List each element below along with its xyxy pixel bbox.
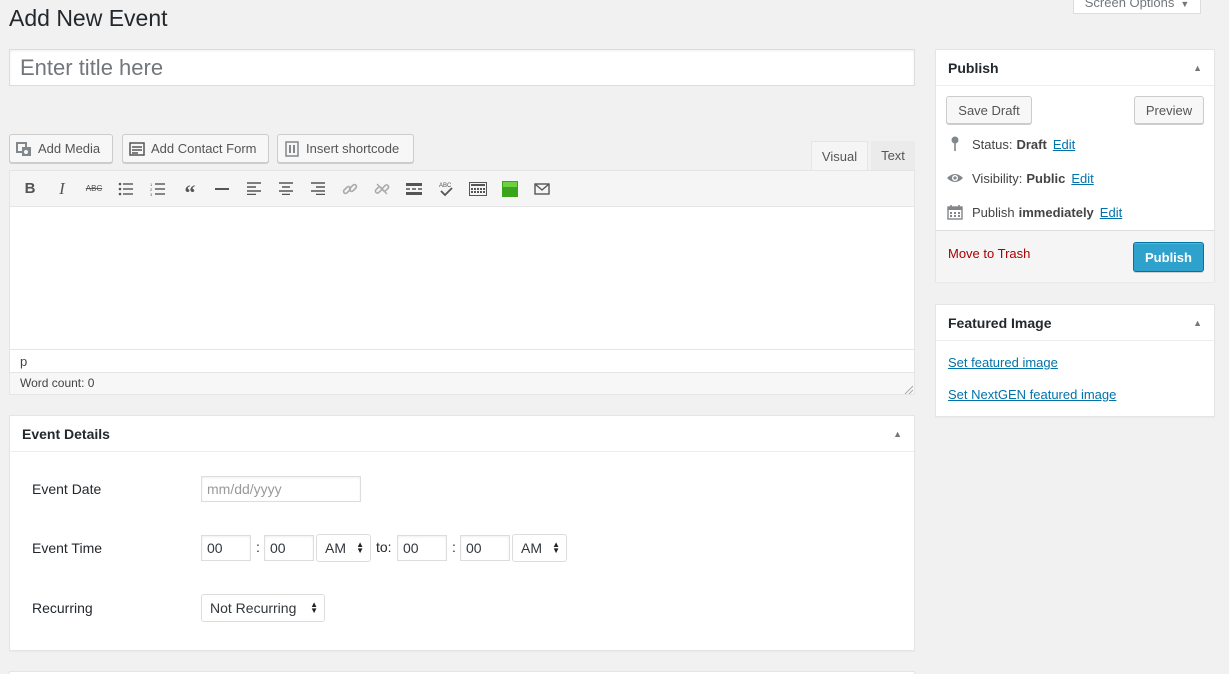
end-minute-input[interactable] bbox=[460, 535, 510, 561]
align-left-icon[interactable] bbox=[238, 175, 270, 203]
italic-icon[interactable]: I bbox=[46, 175, 78, 203]
edit-visibility-link[interactable]: Edit bbox=[1071, 171, 1093, 186]
move-to-trash-link[interactable]: Move to Trash bbox=[948, 246, 1030, 261]
shortcode-icon bbox=[284, 140, 300, 157]
event-details-title: Event Details bbox=[22, 425, 110, 442]
event-details-box: Event Details ▲ Event Date Event Time : … bbox=[9, 415, 915, 651]
svg-text:ABC: ABC bbox=[439, 183, 452, 189]
preview-button[interactable]: Preview bbox=[1134, 96, 1204, 124]
start-ampm-value: AM bbox=[325, 540, 346, 556]
select-arrows-icon: ▲ ▼ bbox=[356, 540, 364, 555]
blockquote-icon[interactable]: “ bbox=[174, 175, 206, 204]
toggle-arrow-icon[interactable]: ▲ bbox=[1193, 63, 1202, 73]
add-media-button[interactable]: Add Media bbox=[9, 134, 113, 163]
link-icon[interactable] bbox=[334, 175, 366, 203]
status-value: Draft bbox=[1016, 136, 1047, 152]
set-featured-image-link[interactable]: Set featured image bbox=[948, 355, 1058, 370]
form-icon bbox=[129, 141, 145, 157]
read-more-icon[interactable] bbox=[398, 175, 430, 203]
editor-content-area[interactable] bbox=[10, 207, 914, 349]
edit-publish-date-link[interactable]: Edit bbox=[1100, 205, 1122, 220]
element-path[interactable]: p bbox=[10, 349, 914, 372]
publish-date-value: immediately bbox=[1018, 204, 1094, 220]
insert-shortcode-button[interactable]: Insert shortcode bbox=[277, 134, 414, 163]
horizontal-rule-icon[interactable] bbox=[206, 175, 238, 203]
status-row: Status: Draft Edit bbox=[946, 136, 1075, 152]
add-contact-form-label: Add Contact Form bbox=[151, 141, 257, 156]
start-ampm-select[interactable]: AM ▲ ▼ bbox=[316, 534, 371, 562]
time-separator: : bbox=[452, 539, 456, 555]
chevron-down-icon: ▼ bbox=[1180, 0, 1190, 9]
word-count: Word count: 0 bbox=[20, 376, 95, 390]
calendar-icon bbox=[946, 204, 964, 220]
event-date-input[interactable] bbox=[201, 476, 361, 502]
start-hour-input[interactable] bbox=[201, 535, 251, 561]
editor-toolbar: B I ABC 123 “ ABC bbox=[10, 171, 914, 207]
word-count-bar: Word count: 0 bbox=[10, 372, 914, 395]
featured-image-box: Featured Image ▲ Set featured image Set … bbox=[935, 304, 1215, 417]
page-title: Add New Event bbox=[9, 5, 168, 31]
featured-image-header[interactable]: Featured Image ▲ bbox=[936, 305, 1214, 341]
tab-visual[interactable]: Visual bbox=[811, 141, 868, 170]
add-media-label: Add Media bbox=[38, 141, 101, 156]
bold-icon[interactable]: B bbox=[14, 175, 46, 203]
spellcheck-icon[interactable]: ABC bbox=[430, 175, 462, 203]
svg-text:3: 3 bbox=[150, 192, 153, 196]
event-time-label: Event Time bbox=[32, 540, 103, 556]
envelope-icon[interactable] bbox=[526, 175, 558, 203]
major-publishing-actions: Move to Trash Publish bbox=[936, 230, 1214, 282]
event-details-header[interactable]: Event Details ▲ bbox=[10, 416, 914, 452]
content-editor: B I ABC 123 “ ABC p Word count: 0 bbox=[9, 170, 915, 395]
featured-image-title: Featured Image bbox=[948, 314, 1052, 331]
numbered-list-icon[interactable]: 123 bbox=[142, 175, 174, 203]
publish-date-label: Publish bbox=[972, 204, 1015, 220]
screen-options-label: Screen Options bbox=[1084, 0, 1175, 10]
publish-button[interactable]: Publish bbox=[1133, 242, 1204, 272]
toggle-arrow-icon[interactable]: ▲ bbox=[1193, 318, 1202, 328]
bullet-list-icon[interactable] bbox=[110, 175, 142, 203]
publish-title: Publish bbox=[948, 59, 999, 76]
add-contact-form-button[interactable]: Add Contact Form bbox=[122, 134, 269, 163]
eye-icon bbox=[946, 170, 964, 186]
toolbar-toggle-icon[interactable] bbox=[462, 175, 494, 203]
recurring-select[interactable]: Not Recurring ▲ ▼ bbox=[201, 594, 325, 622]
recurring-label: Recurring bbox=[32, 600, 93, 616]
event-date-label: Event Date bbox=[32, 481, 102, 497]
align-right-icon[interactable] bbox=[302, 175, 334, 203]
unlink-icon[interactable] bbox=[366, 175, 398, 203]
insert-shortcode-label: Insert shortcode bbox=[306, 141, 400, 156]
to-label: to: bbox=[376, 539, 392, 555]
recurring-value: Not Recurring bbox=[210, 600, 297, 616]
end-hour-input[interactable] bbox=[397, 535, 447, 561]
toggle-arrow-icon[interactable]: ▲ bbox=[893, 429, 902, 439]
set-nextgen-featured-image-link[interactable]: Set NextGEN featured image bbox=[948, 387, 1116, 402]
start-minute-input[interactable] bbox=[264, 535, 314, 561]
status-label: Status: bbox=[972, 136, 1013, 152]
visibility-label: Visibility: bbox=[972, 170, 1023, 186]
visibility-row: Visibility: Public Edit bbox=[946, 170, 1094, 186]
edit-status-link[interactable]: Edit bbox=[1053, 137, 1075, 152]
screen-options-button[interactable]: Screen Options ▼ bbox=[1073, 0, 1201, 14]
media-icon bbox=[16, 141, 32, 157]
strikethrough-icon[interactable]: ABC bbox=[78, 175, 110, 203]
green-square-icon[interactable] bbox=[494, 175, 526, 203]
publish-date-row: Publish immediately Edit bbox=[946, 204, 1122, 220]
end-ampm-value: AM bbox=[521, 540, 542, 556]
time-separator: : bbox=[256, 539, 260, 555]
post-title-input[interactable] bbox=[9, 49, 915, 86]
resize-handle-icon[interactable] bbox=[903, 383, 914, 395]
select-arrows-icon: ▲ ▼ bbox=[310, 600, 318, 615]
publish-header[interactable]: Publish ▲ bbox=[936, 50, 1214, 86]
save-draft-button[interactable]: Save Draft bbox=[946, 96, 1032, 124]
tab-text[interactable]: Text bbox=[871, 141, 915, 170]
end-ampm-select[interactable]: AM ▲ ▼ bbox=[512, 534, 567, 562]
publish-box: Publish ▲ Save Draft Preview Status: Dra… bbox=[935, 49, 1215, 282]
visibility-value: Public bbox=[1026, 170, 1066, 186]
pin-icon bbox=[946, 136, 964, 152]
align-center-icon[interactable] bbox=[270, 175, 302, 203]
select-arrows-icon: ▲ ▼ bbox=[552, 540, 560, 555]
